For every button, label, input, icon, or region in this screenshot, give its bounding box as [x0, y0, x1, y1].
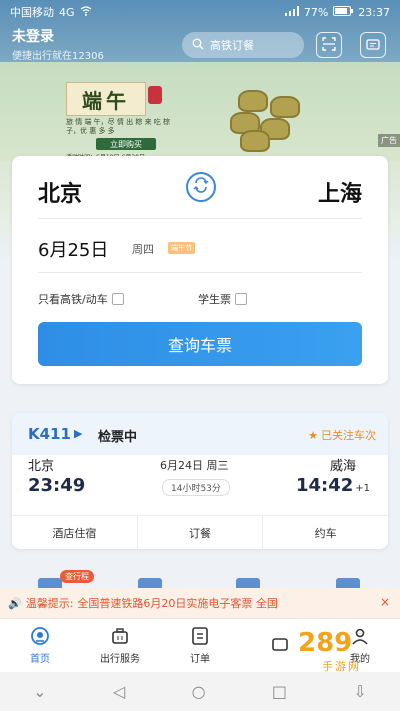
divider: [38, 272, 362, 273]
departure-city: 北京: [28, 459, 55, 474]
speaker-icon: 🔊: [8, 596, 22, 610]
notice-text: 全国普速铁路6月20日实施电子客票 全国: [77, 597, 278, 610]
student-ticket-option[interactable]: 学生票: [198, 291, 247, 307]
login-subtitle: 便捷出行就在12306: [12, 51, 104, 62]
banner-background: [0, 62, 400, 162]
upcoming-trip-card[interactable]: K411 ▶ 检票中 ★ 已关注车次 北京 6月24日 周三 威海 23:49 …: [12, 413, 388, 549]
scan-button[interactable]: [316, 32, 342, 58]
carrier-label: 中国移动: [10, 6, 54, 19]
hotel-service-button[interactable]: 酒店住宿: [12, 516, 138, 549]
notice-bar[interactable]: 🔊 温馨提示: 全国普速铁路6月20日实施电子客票 全国 ×: [0, 588, 400, 618]
network-label: 4G: [59, 5, 75, 19]
ticket-search-card: 北京 上海 6月25日 周四 端午节 只看高铁/动车 学生票 查询车票: [12, 156, 388, 384]
notice-prefix: 温馨提示:: [25, 597, 74, 610]
home-train-icon: [30, 626, 50, 646]
seal-icon: [148, 86, 162, 104]
banner-description: 旅 情 端 午，尽 情 出 粽 来 吃 棕 子，优 惠 多 多: [66, 118, 171, 135]
arrival-city: 威海: [329, 459, 356, 474]
trip-status: 检票中: [98, 430, 138, 445]
battery-icon: [333, 5, 354, 19]
clock: 23:37: [358, 5, 390, 19]
play-arrow-icon: ▶: [74, 427, 83, 440]
holiday-badge: 端午节: [168, 242, 195, 254]
service-icon[interactable]: [336, 578, 360, 588]
trip-date: 6月24日 周三: [160, 459, 229, 472]
scan-icon: [322, 36, 336, 55]
search-icon: [192, 38, 204, 53]
notification-shade-icon[interactable]: ⇩: [353, 682, 366, 701]
divider: [38, 218, 362, 219]
calendar-icon[interactable]: [236, 578, 260, 588]
swap-cities-button[interactable]: [186, 172, 216, 202]
follow-train[interactable]: ★ 已关注车次: [308, 427, 376, 443]
departure-time: 23:49: [28, 475, 86, 496]
highspeed-only-option[interactable]: 只看高铁/动车: [38, 291, 124, 307]
message-button[interactable]: [360, 32, 386, 58]
trip-duration: 14小时53分: [162, 479, 230, 496]
recents-icon[interactable]: □: [272, 682, 287, 701]
home-circle-icon[interactable]: ○: [192, 682, 206, 701]
query-tickets-button[interactable]: 查询车票: [38, 322, 362, 366]
ticket-icon[interactable]: [138, 578, 162, 588]
zongzi-image: [230, 86, 310, 152]
ad-label: 广告: [378, 134, 400, 147]
login-title[interactable]: 未登录: [12, 26, 54, 46]
car-booking-button[interactable]: 约车: [263, 516, 388, 549]
trip-lookup-badge: 查行程: [60, 570, 94, 583]
departure-date[interactable]: 6月25日: [38, 236, 108, 262]
meal-order-button[interactable]: 订餐: [138, 516, 264, 549]
wifi-icon: [80, 5, 92, 19]
site-watermark: 289 手游网: [262, 622, 382, 673]
tab-travel-services[interactable]: 出行服务: [80, 619, 160, 672]
search-input[interactable]: 高铁订餐: [182, 32, 304, 58]
status-bar: 中国移动 4G 77% 23:37: [0, 0, 400, 24]
star-icon: ★: [308, 428, 318, 442]
service-grid-peek: 查行程: [0, 566, 400, 588]
battery-percent: 77%: [303, 5, 329, 19]
search-placeholder: 高铁订餐: [210, 39, 254, 52]
train-number[interactable]: K411: [28, 425, 71, 443]
message-icon: [366, 36, 380, 55]
banner-title: 端午: [66, 82, 146, 116]
highspeed-only-checkbox[interactable]: [111, 293, 124, 305]
status-right: 77% 23:37: [284, 5, 390, 19]
back-icon[interactable]: ◁: [113, 682, 125, 701]
status-left: 中国移动 4G: [10, 4, 92, 20]
order-icon: [190, 626, 210, 646]
close-icon[interactable]: ×: [380, 595, 390, 609]
watermark-logo: 289: [298, 628, 353, 658]
departure-weekday: 周四: [132, 243, 154, 256]
swap-icon: [193, 177, 209, 197]
to-city[interactable]: 上海: [318, 176, 362, 208]
highspeed-only-label: 只看高铁/动车: [38, 293, 108, 306]
app-header: 未登录 便捷出行就在12306 高铁订餐: [0, 26, 400, 66]
next-day-marker: +1: [355, 483, 370, 494]
signal-icon: [284, 5, 299, 19]
suitcase-icon: [110, 626, 130, 646]
trip-services: 酒店住宿 订餐 约车: [12, 515, 388, 549]
tab-travel-services-label: 出行服务: [100, 654, 140, 665]
train-icon[interactable]: [38, 578, 62, 588]
follow-label: 已关注车次: [321, 429, 376, 442]
promo-banner[interactable]: 端午 旅 情 端 午，尽 情 出 粽 来 吃 棕 子，优 惠 多 多 立即购买 …: [66, 82, 184, 161]
banner-buy-button[interactable]: 立即购买: [96, 138, 156, 150]
arrival-time-value: 14:42: [295, 475, 354, 496]
collapse-icon[interactable]: ⌄: [33, 682, 46, 701]
arrival-time: 14:42 +1: [296, 475, 370, 496]
student-ticket-checkbox[interactable]: [235, 293, 247, 305]
system-navigation-bar: ⌄ ◁ ○ □ ⇩: [0, 672, 400, 711]
student-ticket-label: 学生票: [198, 293, 231, 306]
from-city[interactable]: 北京: [38, 176, 82, 208]
tab-orders[interactable]: 订单: [160, 619, 240, 672]
tab-orders-label: 订单: [190, 654, 210, 665]
tab-home-label: 首页: [30, 654, 50, 665]
tab-home[interactable]: 首页: [0, 619, 80, 672]
